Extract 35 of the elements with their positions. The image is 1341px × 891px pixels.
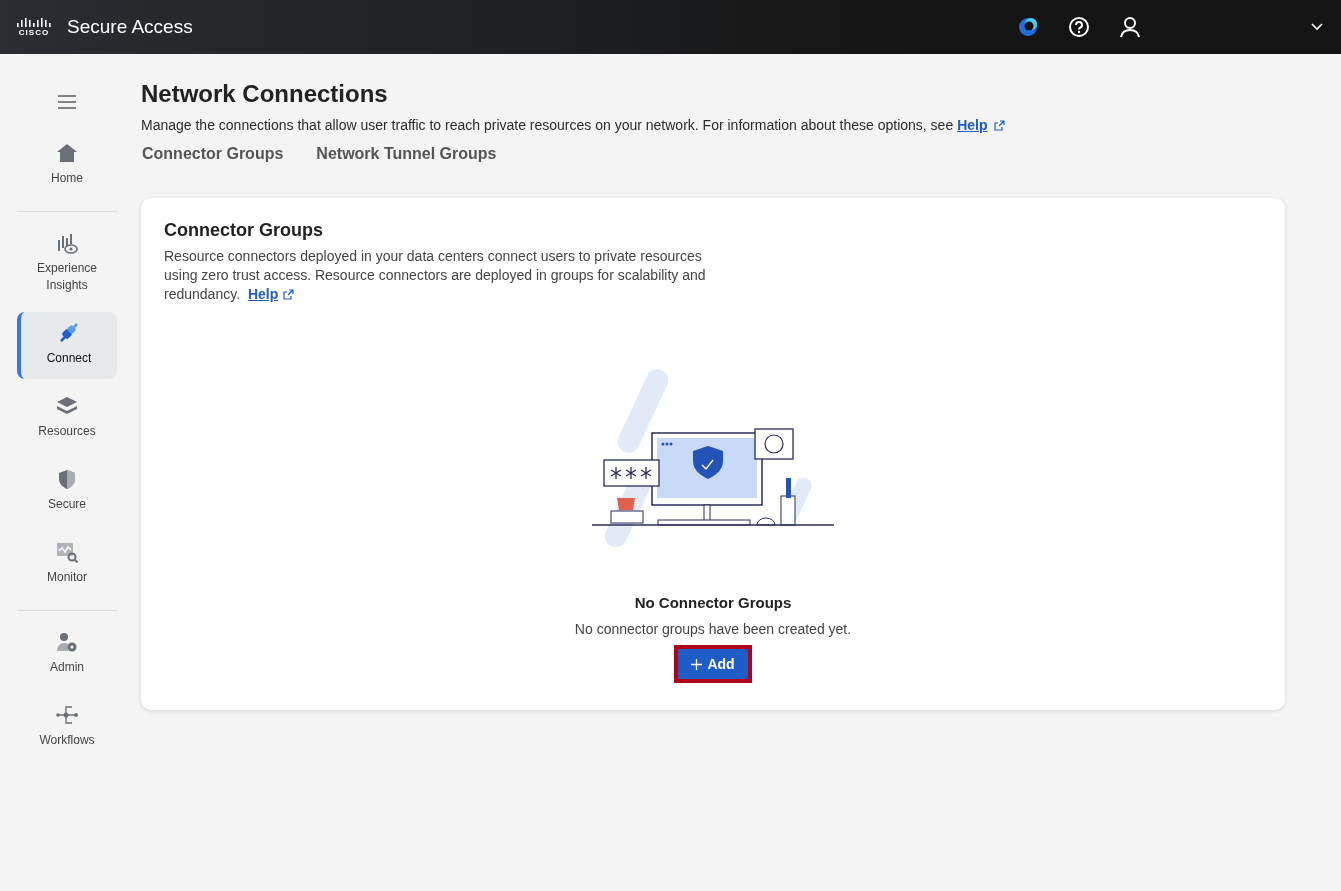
- user-gear-icon: [55, 631, 79, 653]
- assistant-icon[interactable]: [1017, 16, 1039, 38]
- help-icon[interactable]: [1068, 16, 1090, 38]
- tab[interactable]: Connector Groups: [142, 145, 284, 169]
- card-description: Resource connectors deployed in your data centers connect users to private resources using zero trust access. Resource connectors are deployed in groups for scalability and redundancy. Help: [164, 247, 707, 304]
- user-icon[interactable]: [1119, 16, 1141, 38]
- sidebar-item[interactable]: Secure: [17, 458, 117, 525]
- sidebar-item[interactable]: Experience Insights: [17, 222, 117, 306]
- monitor-search-icon: [55, 541, 79, 563]
- empty-state-text: No connector groups have been created yet.: [574, 621, 852, 637]
- chart-eye-icon: [55, 232, 79, 254]
- home-icon: [55, 142, 79, 164]
- stack-icon: [55, 395, 79, 417]
- sidebar-item[interactable]: Connect: [17, 312, 117, 379]
- external-link-icon: [993, 119, 1005, 131]
- help-link[interactable]: Help: [957, 117, 988, 133]
- logo-text: CISCO: [18, 27, 50, 37]
- page-title: Network Connections: [141, 80, 389, 108]
- chevron-down-icon[interactable]: [1311, 23, 1323, 31]
- sidebar-item[interactable]: Admin: [17, 621, 117, 688]
- flow-icon: [55, 704, 79, 726]
- logo-bars-icon: [16, 17, 52, 28]
- plus-icon: [691, 658, 703, 670]
- card-title: Connector Groups: [164, 220, 324, 241]
- sidebar-item[interactable]: Resources: [17, 385, 117, 452]
- app-title: Secure Access: [67, 16, 193, 38]
- menu-icon[interactable]: [57, 94, 77, 110]
- external-link-icon: [283, 289, 295, 300]
- sidebar-item[interactable]: Workflows: [17, 694, 117, 761]
- sidebar-item[interactable]: Home: [17, 132, 117, 199]
- sidebar-item[interactable]: Monitor: [17, 531, 117, 598]
- empty-state-title: No Connector Groups: [634, 594, 792, 611]
- help-link[interactable]: Help: [247, 286, 279, 302]
- tab[interactable]: Network Tunnel Groups: [316, 145, 497, 169]
- page-description: Manage the connections that allow user traffic to reach private resources on your network. For information about these options, see: [141, 117, 954, 133]
